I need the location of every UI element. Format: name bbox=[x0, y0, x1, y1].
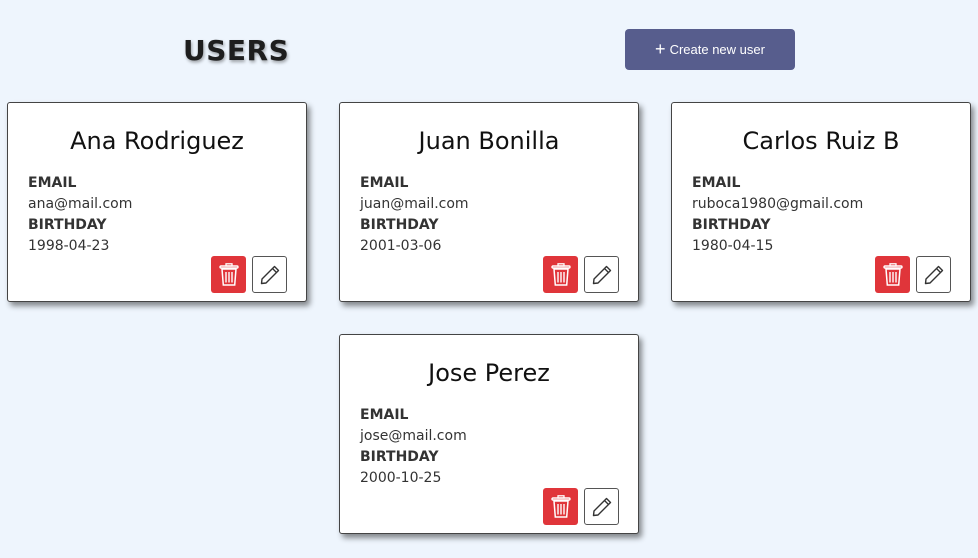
delete-user-button[interactable] bbox=[211, 256, 246, 293]
trash-icon bbox=[218, 262, 239, 286]
trash-icon bbox=[550, 494, 571, 518]
birthday-label: BIRTHDAY bbox=[360, 217, 439, 233]
user-birthday: 2000-10-25 bbox=[360, 470, 442, 486]
user-name: Juan Bonilla bbox=[418, 127, 560, 155]
edit-user-button[interactable] bbox=[916, 256, 951, 293]
user-email: juan@mail.com bbox=[360, 196, 469, 212]
user-birthday: 1980-04-15 bbox=[692, 238, 774, 254]
trash-icon bbox=[550, 262, 571, 286]
user-birthday: 2001-03-06 bbox=[360, 238, 442, 254]
create-user-label: Create new user bbox=[669, 42, 765, 57]
delete-user-button[interactable] bbox=[875, 256, 910, 293]
delete-user-button[interactable] bbox=[543, 488, 578, 525]
pencil-icon bbox=[924, 265, 943, 284]
birthday-label: BIRTHDAY bbox=[360, 449, 439, 465]
edit-user-button[interactable] bbox=[584, 256, 619, 293]
edit-user-button[interactable] bbox=[584, 488, 619, 525]
birthday-label: BIRTHDAY bbox=[28, 217, 107, 233]
user-card: Juan Bonilla EMAIL juan@mail.com BIRTHDA… bbox=[339, 102, 639, 302]
user-email: ruboca1980@gmail.com bbox=[692, 196, 864, 212]
email-label: EMAIL bbox=[360, 407, 409, 423]
email-label: EMAIL bbox=[28, 175, 77, 191]
trash-icon bbox=[882, 262, 903, 286]
user-name: Carlos Ruiz B bbox=[742, 127, 900, 155]
pencil-icon bbox=[592, 497, 611, 516]
email-label: EMAIL bbox=[360, 175, 409, 191]
birthday-label: BIRTHDAY bbox=[692, 217, 771, 233]
create-user-button[interactable]: + Create new user bbox=[625, 29, 795, 70]
page-title: USERS bbox=[183, 34, 290, 67]
users-page: USERS + Create new user Ana Rodriguez EM… bbox=[0, 0, 978, 558]
user-card: Jose Perez EMAIL jose@mail.com BIRTHDAY … bbox=[339, 334, 639, 534]
user-birthday: 1998-04-23 bbox=[28, 238, 110, 254]
pencil-icon bbox=[592, 265, 611, 284]
user-card: Ana Rodriguez EMAIL ana@mail.com BIRTHDA… bbox=[7, 102, 307, 302]
user-email: ana@mail.com bbox=[28, 196, 133, 212]
delete-user-button[interactable] bbox=[543, 256, 578, 293]
user-name: Jose Perez bbox=[428, 359, 550, 387]
user-name: Ana Rodriguez bbox=[70, 127, 244, 155]
edit-user-button[interactable] bbox=[252, 256, 287, 293]
email-label: EMAIL bbox=[692, 175, 741, 191]
user-card: Carlos Ruiz B EMAIL ruboca1980@gmail.com… bbox=[671, 102, 971, 302]
pencil-icon bbox=[260, 265, 279, 284]
plus-icon: + bbox=[655, 38, 666, 59]
user-email: jose@mail.com bbox=[360, 428, 467, 444]
